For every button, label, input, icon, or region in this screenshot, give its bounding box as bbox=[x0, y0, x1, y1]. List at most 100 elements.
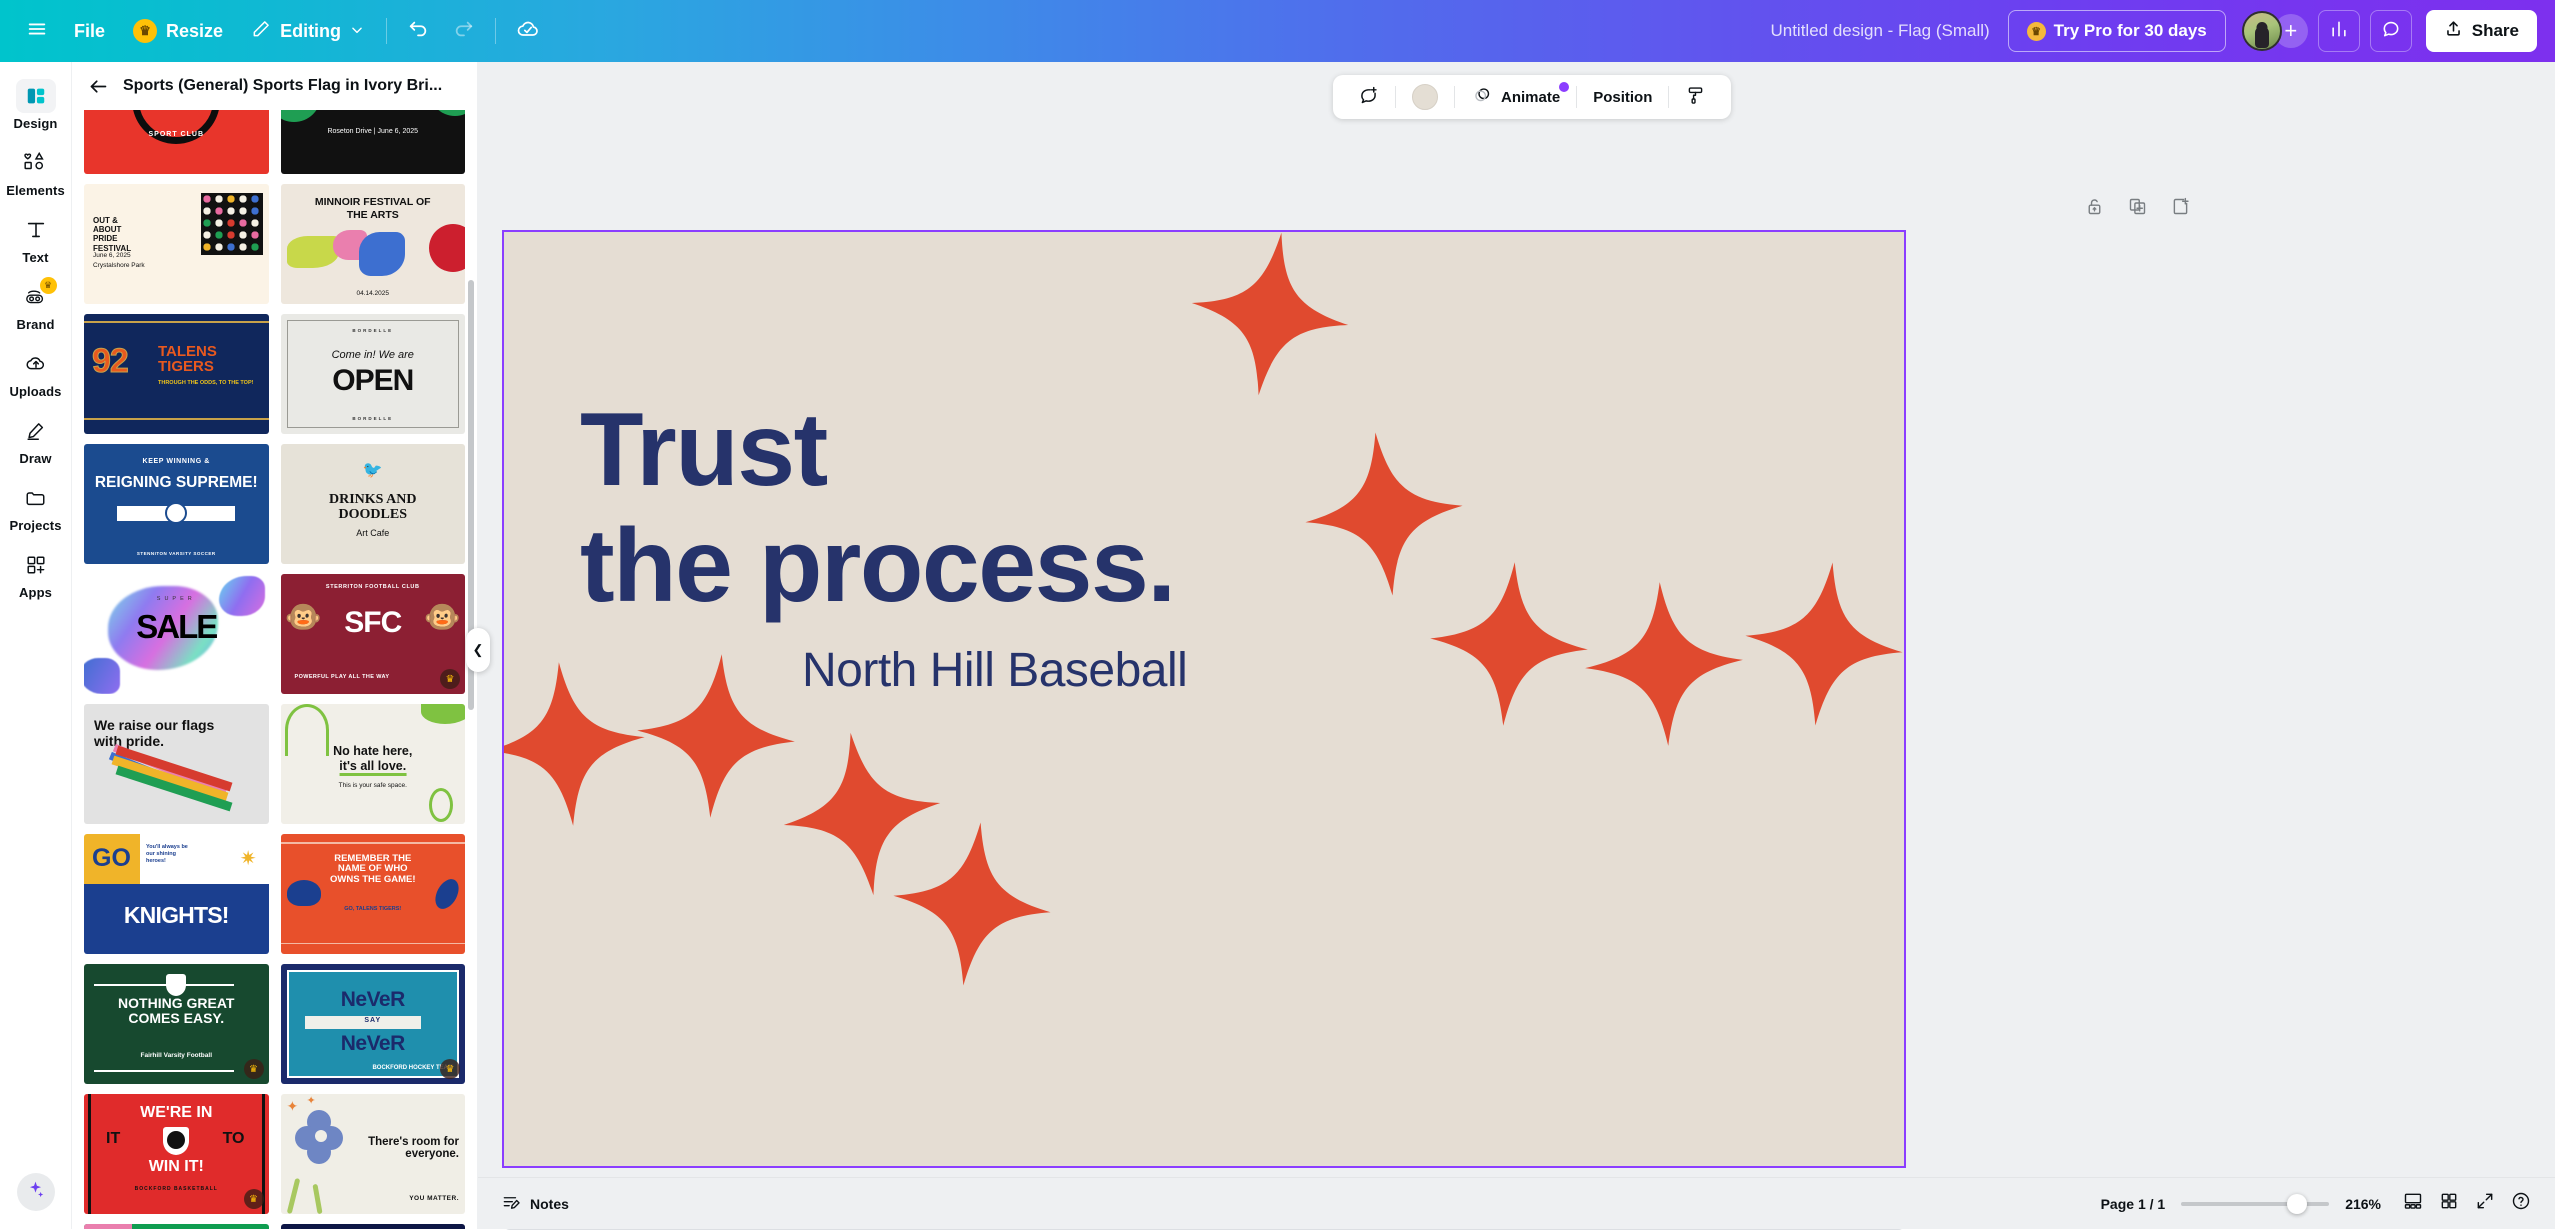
cloud-check-icon bbox=[516, 17, 540, 46]
template-text: SALE bbox=[136, 608, 216, 646]
insights-button[interactable] bbox=[2318, 10, 2360, 52]
list-item[interactable]: KEEP WINNING & REIGNING SUPREME! STENNIT… bbox=[84, 444, 269, 564]
hamburger-menu-button[interactable] bbox=[14, 10, 60, 52]
resize-label: Resize bbox=[166, 21, 223, 42]
bottom-bar-right-group: Page 1 / 1 216% bbox=[2101, 1187, 2555, 1221]
lock-icon[interactable] bbox=[2084, 196, 2105, 222]
panel-collapse-handle[interactable]: ❮ bbox=[466, 628, 490, 672]
avatar[interactable] bbox=[2242, 11, 2282, 51]
notes-icon bbox=[502, 1193, 521, 1215]
panel-body[interactable]: SPORT CLUB PARTY Roseton Drive | June 6,… bbox=[72, 110, 477, 1229]
canvas-text-block[interactable]: Trust the process. North Hill Baseball bbox=[580, 392, 1187, 698]
help-circle-icon bbox=[2511, 1191, 2531, 1216]
subline-text[interactable]: North Hill Baseball bbox=[802, 643, 1187, 698]
list-item[interactable]: THE SMELL OF VICTORY IS IN THE AIR! ✦ ✦ bbox=[281, 1224, 466, 1229]
template-text: GO bbox=[92, 844, 131, 873]
list-item[interactable]: OUT & ABOUT PRIDE FESTIVAL June 6, 2025 … bbox=[84, 184, 269, 304]
sidebar-item-uploads[interactable]: Uploads bbox=[3, 340, 69, 404]
design-canvas[interactable]: Trust the process. North Hill Baseball bbox=[502, 230, 1906, 1168]
workspace: Animate Position bbox=[478, 62, 2555, 1229]
sidebar-item-label: Design bbox=[14, 116, 58, 131]
star bbox=[1180, 232, 1359, 406]
expand-icon bbox=[2475, 1191, 2495, 1216]
sidebar-item-apps[interactable]: Apps bbox=[3, 541, 69, 605]
list-item[interactable]: NeVeR SAY NeVeR BOCKFORD HOCKEY TEAM ♛ bbox=[281, 964, 466, 1084]
sidebar-item-brand[interactable]: ♛ Brand bbox=[3, 273, 69, 337]
file-label: File bbox=[74, 21, 105, 42]
list-item[interactable]: 92 TALENS TIGERS THROUGH THE ODDS, TO TH… bbox=[84, 314, 269, 434]
divider bbox=[1454, 86, 1455, 108]
add-page-icon[interactable] bbox=[2170, 196, 2191, 222]
brand-icon: ♛ bbox=[16, 280, 56, 314]
pro-crown-badge: ♛ bbox=[244, 1189, 264, 1209]
magic-sparkle-icon bbox=[26, 1180, 45, 1204]
template-text: NOTHING GREAT COMES EASY. bbox=[101, 996, 251, 1026]
list-item[interactable]: REMEMBER THE NAME OF WHO OWNS THE GAME! … bbox=[281, 834, 466, 954]
list-item[interactable]: NOTHING GREAT COMES EASY. Fairhill Varsi… bbox=[84, 964, 269, 1084]
list-item[interactable]: SUPER SALE bbox=[84, 574, 269, 694]
list-item[interactable]: We raise our flags with pride. bbox=[84, 704, 269, 824]
template-text: No hate here, bbox=[303, 744, 443, 758]
list-item[interactable]: WE'RE IN IT TO WIN IT! BOCKFORD BASKETBA… bbox=[84, 1094, 269, 1214]
template-text: You'll always be our shining heroes! bbox=[146, 844, 192, 865]
list-item[interactable]: No hate here, it's all love. This is you… bbox=[281, 704, 466, 824]
share-button[interactable]: Share bbox=[2426, 10, 2537, 52]
list-item[interactable]: 🐦 DRINKS AND DOODLES Art Cafe bbox=[281, 444, 466, 564]
undo-icon bbox=[407, 18, 429, 45]
list-item[interactable]: BORDELLE Come in! We are OPEN BORDELLE bbox=[281, 314, 466, 434]
list-item[interactable]: PARTY Roseton Drive | June 6, 2025 bbox=[281, 110, 466, 174]
undo-button[interactable] bbox=[395, 10, 441, 52]
add-comment-button[interactable] bbox=[1347, 80, 1390, 114]
comment-button[interactable] bbox=[2370, 10, 2412, 52]
star-decorations bbox=[504, 232, 1904, 1166]
animate-label: Animate bbox=[1501, 89, 1560, 106]
grid-view-button[interactable] bbox=[2431, 1187, 2467, 1221]
back-arrow-icon[interactable] bbox=[88, 76, 109, 97]
duplicate-page-icon[interactable] bbox=[2127, 196, 2148, 222]
template-text: NeVeR bbox=[341, 1032, 405, 1056]
template-text: TO bbox=[223, 1130, 245, 1148]
position-button[interactable]: Position bbox=[1582, 80, 1663, 114]
redo-button[interactable] bbox=[441, 10, 487, 52]
divider bbox=[1576, 86, 1577, 108]
design-title[interactable]: Untitled design - Flag (Small) bbox=[1752, 21, 2007, 41]
template-text: THROUGH THE ODDS, TO THE TOP! bbox=[158, 380, 253, 386]
color-picker-button[interactable] bbox=[1401, 80, 1449, 114]
canvas-wrapper[interactable]: Trust the process. North Hill Baseball bbox=[502, 230, 1906, 1168]
headline-text[interactable]: Trust the process. bbox=[580, 392, 1187, 625]
page-view-button[interactable] bbox=[2395, 1187, 2431, 1221]
list-item[interactable]: STERRITON FOOTBALL CLUB 🐵 🐵 SFC POWERFUL… bbox=[281, 574, 466, 694]
zoom-slider-knob[interactable] bbox=[2287, 1194, 2307, 1214]
sidebar-item-design[interactable]: Design bbox=[3, 72, 69, 136]
sidebar-item-label: Elements bbox=[6, 183, 65, 198]
list-item[interactable]: MINNOIR FESTIVAL OF THE ARTS 04.14.2025 bbox=[281, 184, 466, 304]
paint-roller-icon bbox=[1685, 85, 1706, 110]
design-icon bbox=[16, 79, 56, 113]
notes-button[interactable]: Notes bbox=[490, 1187, 581, 1221]
editing-mode-dropdown[interactable]: Editing bbox=[237, 10, 378, 52]
list-item[interactable]: GO You'll always be our shining heroes! … bbox=[84, 834, 269, 954]
file-menu-button[interactable]: File bbox=[60, 10, 119, 52]
template-text: WE'RE IN bbox=[140, 1104, 212, 1122]
list-item[interactable]: Color Blocke The 2025 Visual Arts Festiv… bbox=[84, 1224, 269, 1229]
template-text: KNIGHTS! bbox=[124, 902, 229, 929]
style-paint-button[interactable] bbox=[1674, 80, 1717, 114]
bar-chart-icon bbox=[2329, 19, 2349, 44]
zoom-slider[interactable] bbox=[2181, 1202, 2329, 1206]
fullscreen-button[interactable] bbox=[2467, 1187, 2503, 1221]
template-text: SPORT CLUB bbox=[149, 131, 205, 138]
resize-button[interactable]: ♛ Resize bbox=[119, 10, 237, 52]
sidebar-item-elements[interactable]: Elements bbox=[3, 139, 69, 203]
zoom-value-label[interactable]: 216% bbox=[2345, 1196, 2381, 1212]
cloud-save-status-button[interactable] bbox=[504, 10, 552, 52]
sidebar-item-projects[interactable]: Projects bbox=[3, 474, 69, 538]
list-item[interactable]: SPORT CLUB bbox=[84, 110, 269, 174]
list-item[interactable]: ✦ ✦ There's room for everyone. YOU MATTE… bbox=[281, 1094, 466, 1214]
sidebar-item-text[interactable]: Text bbox=[3, 206, 69, 270]
try-pro-button[interactable]: ♛ Try Pro for 30 days bbox=[2008, 10, 2226, 52]
sidebar-item-draw[interactable]: Draw bbox=[3, 407, 69, 471]
help-button[interactable] bbox=[2503, 1187, 2539, 1221]
animate-button[interactable]: Animate bbox=[1460, 80, 1571, 114]
template-text: REMEMBER THE NAME OF WHO OWNS THE GAME! bbox=[325, 854, 421, 885]
magic-studio-button[interactable] bbox=[17, 1173, 55, 1211]
